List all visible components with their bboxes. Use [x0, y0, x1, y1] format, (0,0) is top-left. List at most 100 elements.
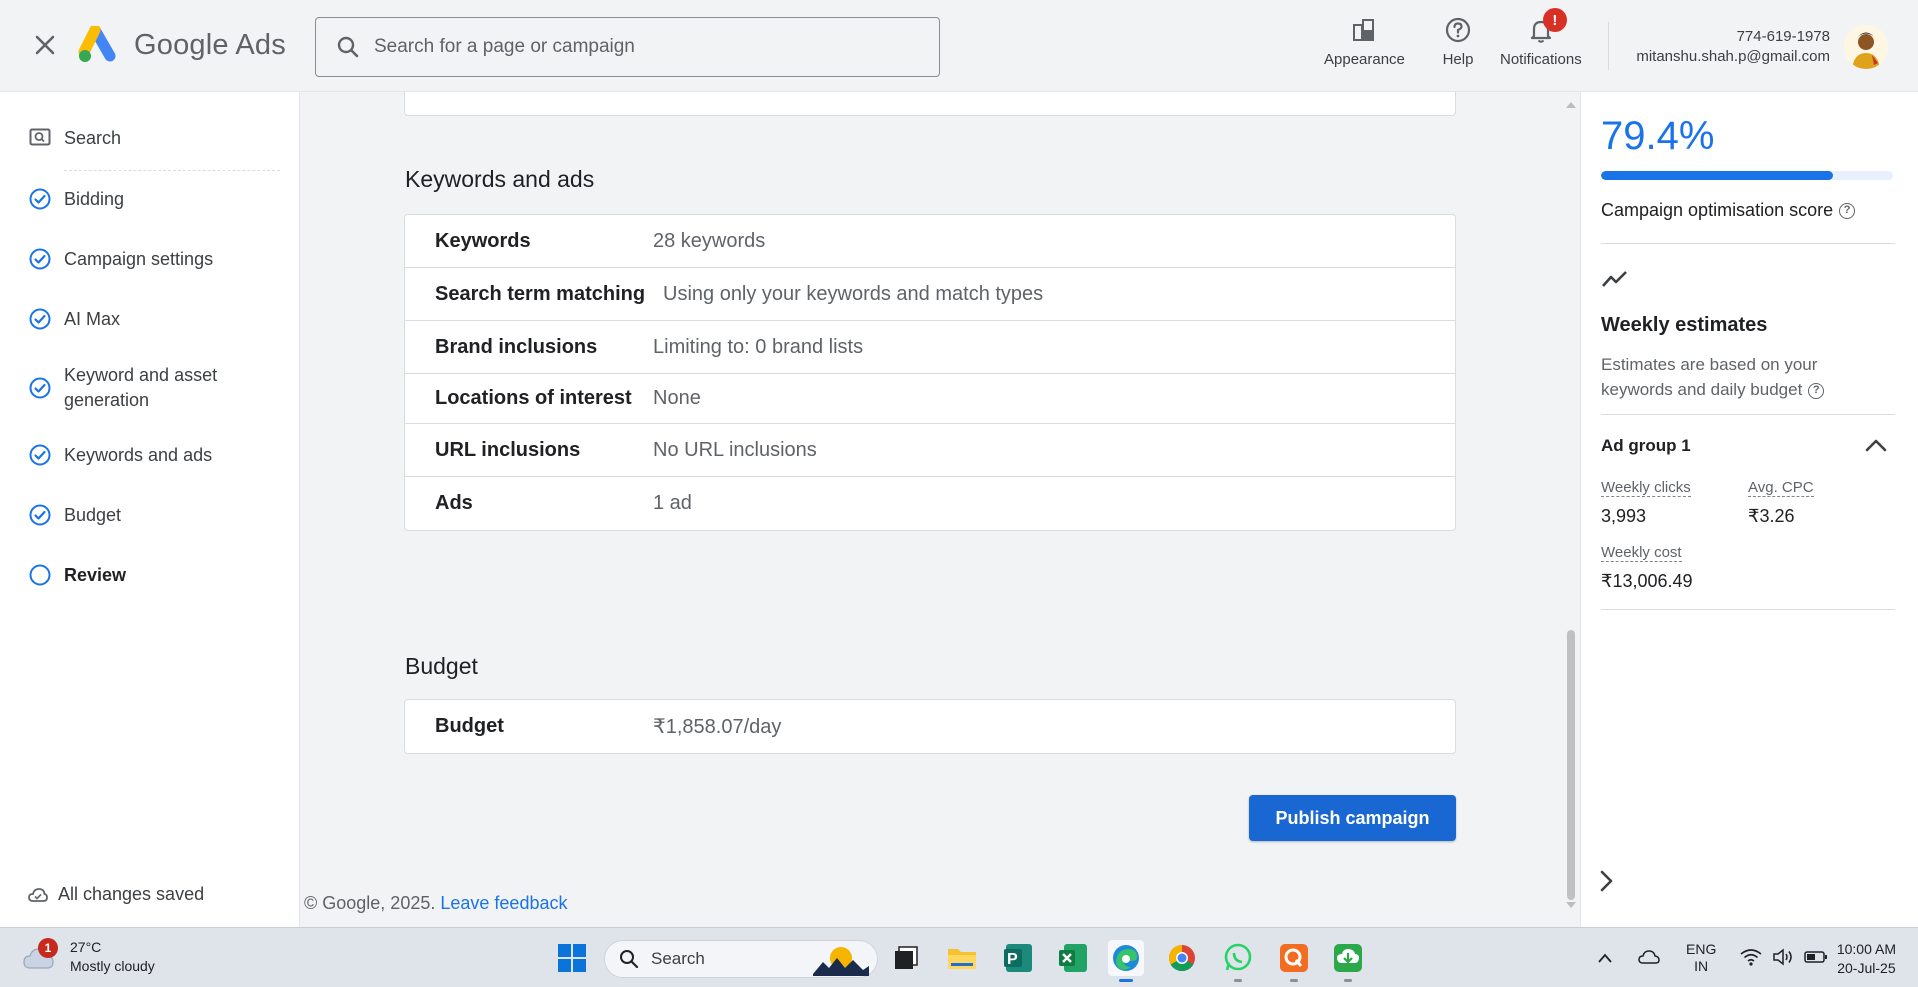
- save-status: All changes saved: [28, 884, 204, 905]
- scroll-thumb[interactable]: [1567, 630, 1575, 900]
- copyright-text: © Google, 2025.: [304, 893, 436, 913]
- summary-row-ads[interactable]: Ads 1 ad: [405, 477, 1455, 530]
- search-icon: [620, 950, 639, 969]
- scroll-down-arrow-icon[interactable]: [1566, 902, 1576, 908]
- check-circle-icon: [28, 376, 52, 400]
- sidebar-item-keyword-asset-generation[interactable]: Keyword and asset generation: [28, 363, 264, 413]
- review-main-content: Keywords and ads Keywords 28 keywords Se…: [300, 92, 1580, 927]
- summary-row-brand-inclusions[interactable]: Brand inclusions Limiting to: 0 brand li…: [405, 321, 1455, 374]
- system-clock[interactable]: 10:00 AM 20-Jul-25: [1837, 940, 1896, 978]
- optimisation-score-text: Campaign optimisation score: [1601, 200, 1834, 220]
- optimisation-score-fill: [1601, 171, 1833, 180]
- sidebar-item-search[interactable]: Search: [28, 126, 264, 151]
- chrome-icon[interactable]: [1164, 940, 1200, 976]
- excel-icon[interactable]: [1055, 940, 1091, 976]
- onedrive-cloud-icon[interactable]: [1638, 949, 1660, 968]
- save-status-text: All changes saved: [58, 884, 205, 904]
- weekly-estimates-title: Weekly estimates: [1601, 314, 1768, 336]
- summary-row-locations-of-interest[interactable]: Locations of interest None: [405, 374, 1455, 424]
- quick-app-icon[interactable]: [1276, 940, 1312, 982]
- sidebar-item-campaign-settings[interactable]: Campaign settings: [28, 247, 264, 272]
- campaign-steps-sidebar: Search Bidding Campaign settings AI Max …: [4, 92, 300, 927]
- weather-badge: 1: [38, 938, 58, 958]
- publisher-app-icon[interactable]: P: [1000, 940, 1036, 976]
- chevron-up-icon[interactable]: [1598, 950, 1612, 966]
- chevron-up-icon[interactable]: [1865, 438, 1887, 457]
- summary-row-keywords[interactable]: Keywords 28 keywords: [405, 215, 1455, 268]
- wifi-icon[interactable]: [1740, 948, 1762, 969]
- taskbar-search-label: Search: [651, 949, 705, 968]
- chevron-right-icon[interactable]: [1599, 870, 1613, 897]
- appearance-button[interactable]: Appearance: [1324, 14, 1405, 68]
- edge-browser-icon[interactable]: [1108, 940, 1144, 982]
- publish-campaign-button[interactable]: Publish campaign: [1249, 795, 1456, 841]
- download-manager-icon[interactable]: [1330, 940, 1366, 982]
- appearance-icon: [1348, 14, 1380, 46]
- running-app-indicator: [1290, 979, 1298, 982]
- check-circle-icon: [28, 187, 52, 211]
- previous-section-card: [404, 92, 1456, 116]
- weekly-clicks-label[interactable]: Weekly clicks: [1601, 479, 1691, 497]
- sidebar-item-ai-max[interactable]: AI Max: [28, 307, 264, 332]
- sidebar-item-bidding[interactable]: Bidding: [28, 187, 264, 212]
- sidebar-item-label: Keyword and asset generation: [64, 365, 218, 410]
- help-circle-icon[interactable]: ?: [1839, 203, 1856, 220]
- summary-row-url-inclusions[interactable]: URL inclusions No URL inclusions: [405, 424, 1455, 477]
- avg-cpc-label[interactable]: Avg. CPC: [1748, 479, 1814, 497]
- optimisation-score-bar: [1601, 171, 1893, 180]
- help-label: Help: [1442, 51, 1474, 68]
- running-app-indicator: [1234, 979, 1242, 982]
- notifications-button[interactable]: ! Notifications: [1500, 8, 1582, 68]
- weekly-cost-label[interactable]: Weekly cost: [1601, 544, 1682, 562]
- brand-google: Google: [134, 29, 229, 61]
- header-divider: [1608, 22, 1609, 70]
- windows-start-icon[interactable]: [554, 940, 590, 976]
- help-circle-icon[interactable]: ?: [1808, 382, 1825, 399]
- row-value: 28 keywords: [653, 229, 766, 252]
- notifications-label: Notifications: [1500, 51, 1582, 68]
- cloud-icon: 1: [22, 938, 58, 974]
- search-campaign-icon: [28, 126, 52, 150]
- row-value: Using only your keywords and match types: [663, 282, 1044, 305]
- leave-feedback-link[interactable]: Leave feedback: [440, 893, 567, 913]
- language-top: ENG: [1686, 941, 1717, 957]
- summary-row-search-term-matching[interactable]: Search term matching Using only your key…: [405, 268, 1455, 321]
- taskbar-search[interactable]: Search: [604, 940, 878, 978]
- weekly-clicks-value: 3,993: [1601, 506, 1647, 526]
- global-search[interactable]: [315, 17, 940, 77]
- system-tray: ENG IN: [1598, 928, 1828, 987]
- task-view-icon[interactable]: [888, 940, 924, 976]
- row-label: Budget: [435, 715, 504, 737]
- summary-row-budget[interactable]: Budget ₹1,858.07/day: [405, 700, 1455, 753]
- row-label: URL inclusions: [435, 438, 581, 461]
- budget-section-title: Budget: [405, 653, 478, 679]
- sidebar-item-budget[interactable]: Budget: [28, 503, 264, 528]
- battery-icon[interactable]: [1804, 950, 1828, 967]
- sidebar-item-keywords-and-ads[interactable]: Keywords and ads: [28, 443, 264, 468]
- sidebar-item-label: Search: [64, 128, 122, 148]
- sidebar-divider: [64, 170, 280, 171]
- scroll-up-arrow-icon[interactable]: [1566, 102, 1576, 108]
- cloud-done-icon: [28, 887, 48, 902]
- main-scrollbar[interactable]: [1565, 100, 1577, 910]
- language-indicator[interactable]: ENG IN: [1686, 941, 1716, 975]
- row-label: Locations of interest: [435, 387, 632, 409]
- avatar[interactable]: [1844, 25, 1888, 69]
- ad-group-title: Ad group 1: [1601, 436, 1691, 455]
- optimisation-score-label: Campaign optimisation score?: [1601, 200, 1856, 221]
- row-label: Search term matching: [435, 282, 646, 305]
- search-input[interactable]: [374, 36, 914, 58]
- trending-up-icon: [1601, 269, 1629, 294]
- panel-divider: [1601, 609, 1895, 610]
- help-button[interactable]: Help: [1442, 14, 1474, 68]
- account-info[interactable]: 774-619-1978 mitanshu.shah.p@gmail.com: [1636, 27, 1830, 67]
- volume-icon[interactable]: [1772, 947, 1794, 969]
- file-explorer-icon[interactable]: [944, 940, 980, 976]
- close-icon[interactable]: [30, 30, 60, 60]
- sidebar-item-label: Campaign settings: [64, 249, 214, 269]
- whatsapp-icon[interactable]: [1220, 940, 1256, 982]
- page-footer: © Google, 2025. Leave feedback: [304, 893, 567, 914]
- check-circle-icon: [28, 443, 52, 467]
- sidebar-item-review[interactable]: Review: [28, 563, 264, 588]
- weather-widget[interactable]: 1 27°C Mostly cloudy: [22, 938, 155, 976]
